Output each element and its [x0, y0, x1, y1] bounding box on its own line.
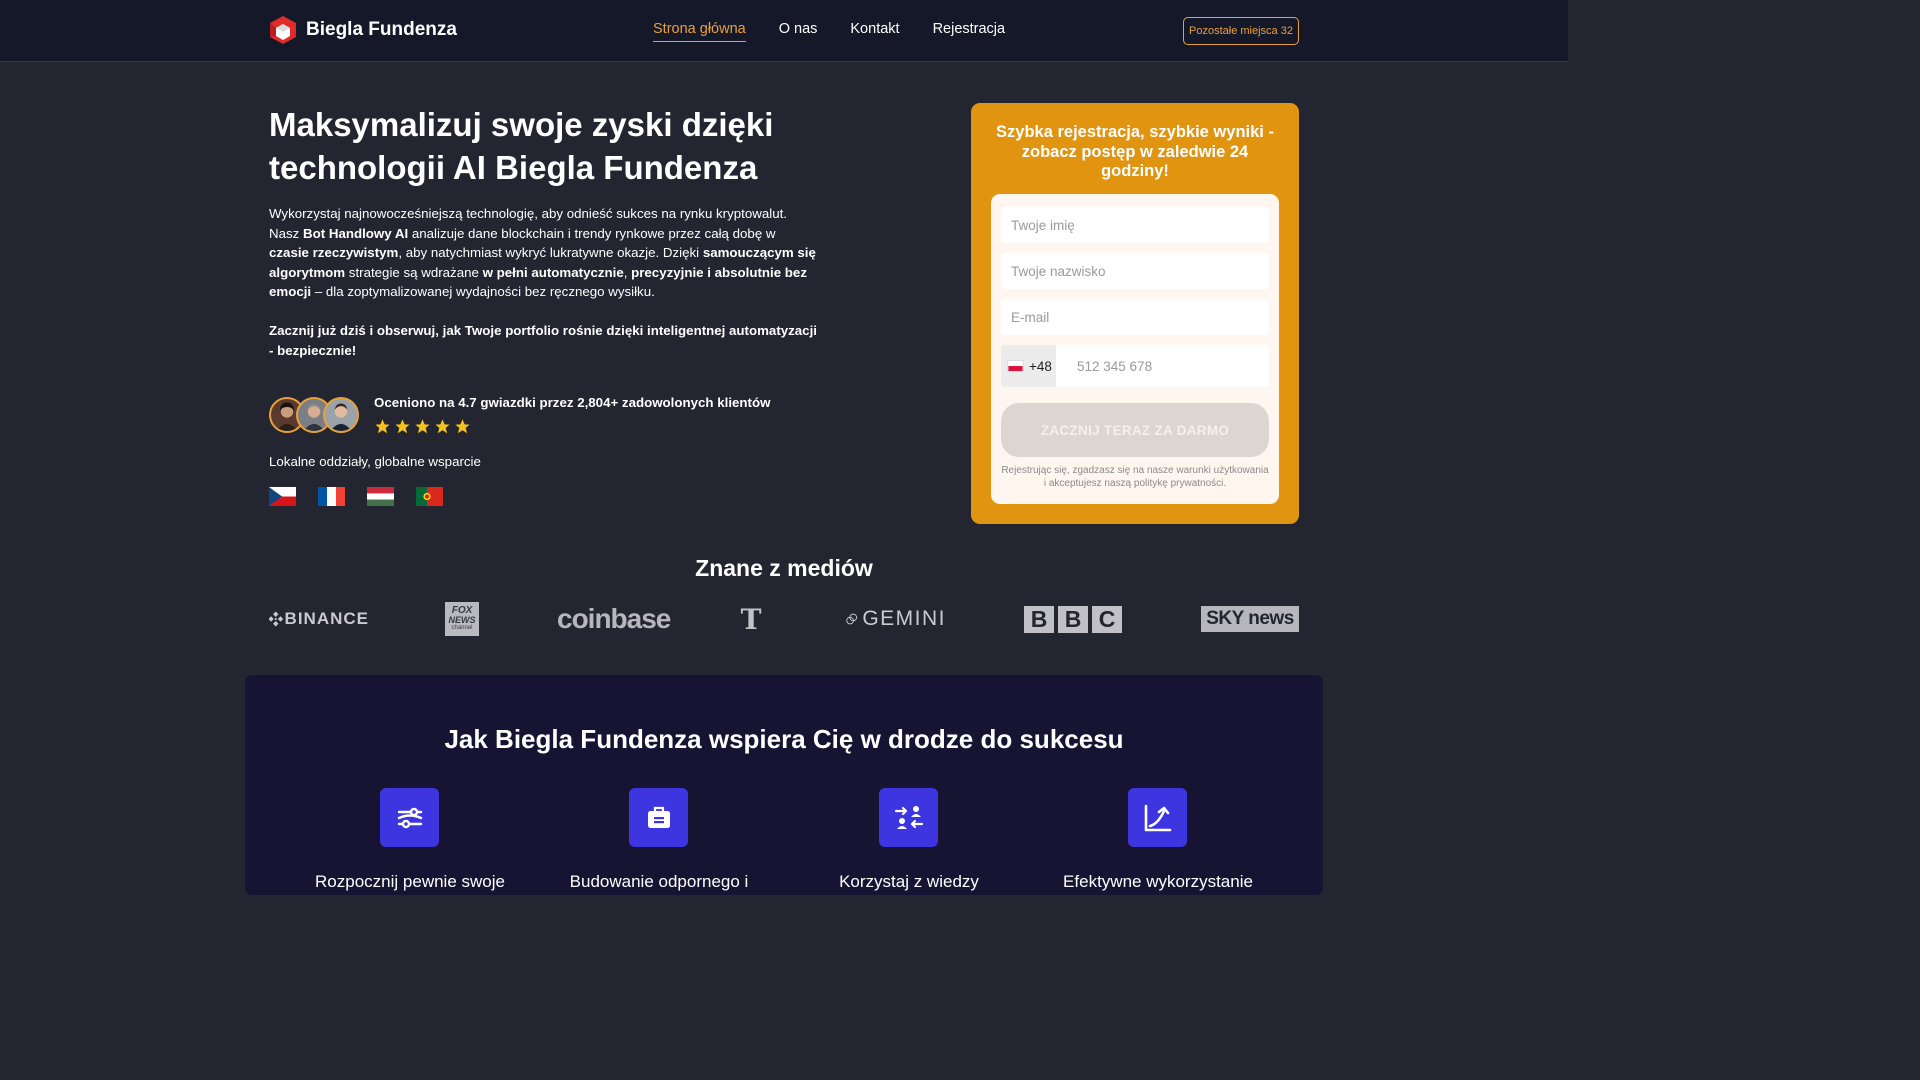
- sky-news-logo: SKY news: [1201, 606, 1299, 632]
- desc-text: strategie są wdrażane: [345, 264, 483, 280]
- star-icon: [455, 419, 470, 434]
- start-free-button[interactable]: ZACZNIJ TERAZ ZA DARMO: [1001, 403, 1269, 457]
- growth-curve-icon: [1128, 788, 1187, 847]
- signup-title: Szybka rejestracja, szybkie wyniki - zob…: [996, 123, 1274, 181]
- desc-bold: Bot Handlowy AI: [303, 225, 409, 241]
- star-icon: [435, 419, 450, 434]
- desc-text: ,: [623, 264, 632, 280]
- phone-field[interactable]: [1067, 345, 1263, 387]
- nav-about[interactable]: O nas: [779, 21, 818, 42]
- last-name-field[interactable]: [1001, 253, 1269, 289]
- brand-name: Biegla Fundenza: [306, 19, 457, 40]
- rating-text: Oceniono na 4.7 gwiazdki przez 2,804+ za…: [374, 395, 771, 410]
- feature-label: Korzystaj z wiedzy: [839, 872, 979, 891]
- star-icon: [395, 419, 410, 434]
- bbc-letter: C: [1092, 605, 1122, 633]
- desc-text: analizuje dane blockchain i trendy rynko…: [408, 225, 776, 241]
- media-title: Znane z mediów: [695, 555, 873, 581]
- gemini-logo: GEMINI: [846, 601, 946, 637]
- sky-news-wordmark: SKY news: [1206, 608, 1294, 629]
- signup-form: +48 ZACZNIJ TERAZ ZA DARMO Rejestrując s…: [991, 194, 1279, 504]
- nyt-glyph: T: [740, 602, 762, 636]
- rating-stars: [374, 418, 471, 435]
- site-header: Biegla Fundenza Strona główna O nas Kont…: [0, 0, 1568, 62]
- phone-prefix-label: +48: [1029, 358, 1052, 374]
- desc-text: – dla zoptymalizowanej wydajności bez rę…: [311, 284, 655, 300]
- poland-flag-icon: [1007, 360, 1024, 372]
- feature-label: Efektywne wykorzystanie: [1063, 872, 1253, 891]
- media-logos: BINANCE FOX NEWS channel coinbase T GEMI…: [269, 601, 1299, 637]
- fox-news-news: NEWS: [448, 615, 476, 625]
- sliders-icon: [380, 788, 439, 847]
- coinbase-logo: coinbase: [557, 601, 671, 637]
- phone-field-group: +48: [1001, 345, 1269, 387]
- bbc-letter: B: [1058, 605, 1088, 633]
- briefcase-icon: [629, 788, 688, 847]
- star-icon: [415, 419, 430, 434]
- coinbase-wordmark: coinbase: [557, 603, 671, 634]
- main-nav: Strona główna O nas Kontakt Rejestracja: [653, 21, 1005, 42]
- exchange-users-icon: [879, 788, 938, 847]
- bbc-logo: B B C: [1024, 601, 1124, 637]
- terms-text: Rejestrując się, zgadzasz się na nasze w…: [1001, 465, 1269, 489]
- desc-text: , aby natychmiast wykryć lukratywne okaz…: [398, 245, 703, 261]
- support-title: Jak Biegla Fundenza wspiera Cię w drodze…: [444, 724, 1124, 754]
- binance-diamond-icon: [269, 611, 283, 627]
- portugal-flag-icon: [416, 487, 443, 506]
- nyt-logo: T: [737, 601, 765, 637]
- signup-card: Szybka rejestracja, szybkie wyniki - zob…: [971, 103, 1299, 524]
- binance-wordmark: BINANCE: [284, 609, 369, 628]
- hexagon-cube-logo-icon: [270, 16, 296, 44]
- email-field[interactable]: [1001, 299, 1269, 335]
- hungary-flag-icon: [367, 487, 394, 506]
- country-flags: [269, 487, 443, 506]
- desc-bold: czasie rzeczywistym: [269, 245, 399, 261]
- first-name-field[interactable]: [1001, 207, 1269, 243]
- desc-bold: w pełni automatycznie: [482, 264, 624, 280]
- nav-register[interactable]: Rejestracja: [933, 21, 1006, 42]
- star-icon: [375, 419, 390, 434]
- fox-news-channel: channel: [451, 625, 473, 631]
- gemini-icon: [846, 613, 858, 625]
- feature-label: Rozpocznij pewnie swoje: [315, 872, 505, 891]
- branches-text: Lokalne oddziały, globalne wsparcie: [269, 454, 481, 469]
- gemini-wordmark: GEMINI: [862, 607, 946, 630]
- feature-label: Budowanie odpornego i: [569, 872, 749, 891]
- hero-cta-text: Zacznij już dziś i obserwuj, jak Twoje p…: [269, 323, 817, 358]
- hero-description: Wykorzystaj najnowocześniejszą technolog…: [269, 204, 819, 302]
- avatar: [323, 397, 359, 433]
- fox-news-logo: FOX NEWS channel: [445, 602, 479, 636]
- bbc-letter: B: [1024, 605, 1054, 633]
- support-section: Jak Biegla Fundenza wspiera Cię w drodze…: [245, 675, 1323, 895]
- binance-logo: BINANCE: [269, 601, 369, 637]
- nav-home[interactable]: Strona główna: [653, 21, 746, 42]
- brand-logo[interactable]: Biegla Fundenza: [269, 15, 457, 45]
- france-flag-icon: [318, 487, 345, 506]
- czech-flag-icon: [269, 487, 296, 506]
- remaining-seats-button[interactable]: Pozostałe miejsca 32: [1183, 17, 1299, 45]
- hero-title: Maksymalizuj swoje zyski dzięki technolo…: [269, 106, 774, 186]
- customer-avatars: [269, 397, 359, 433]
- nav-contact[interactable]: Kontakt: [850, 21, 899, 42]
- phone-country-selector[interactable]: +48: [1001, 345, 1056, 387]
